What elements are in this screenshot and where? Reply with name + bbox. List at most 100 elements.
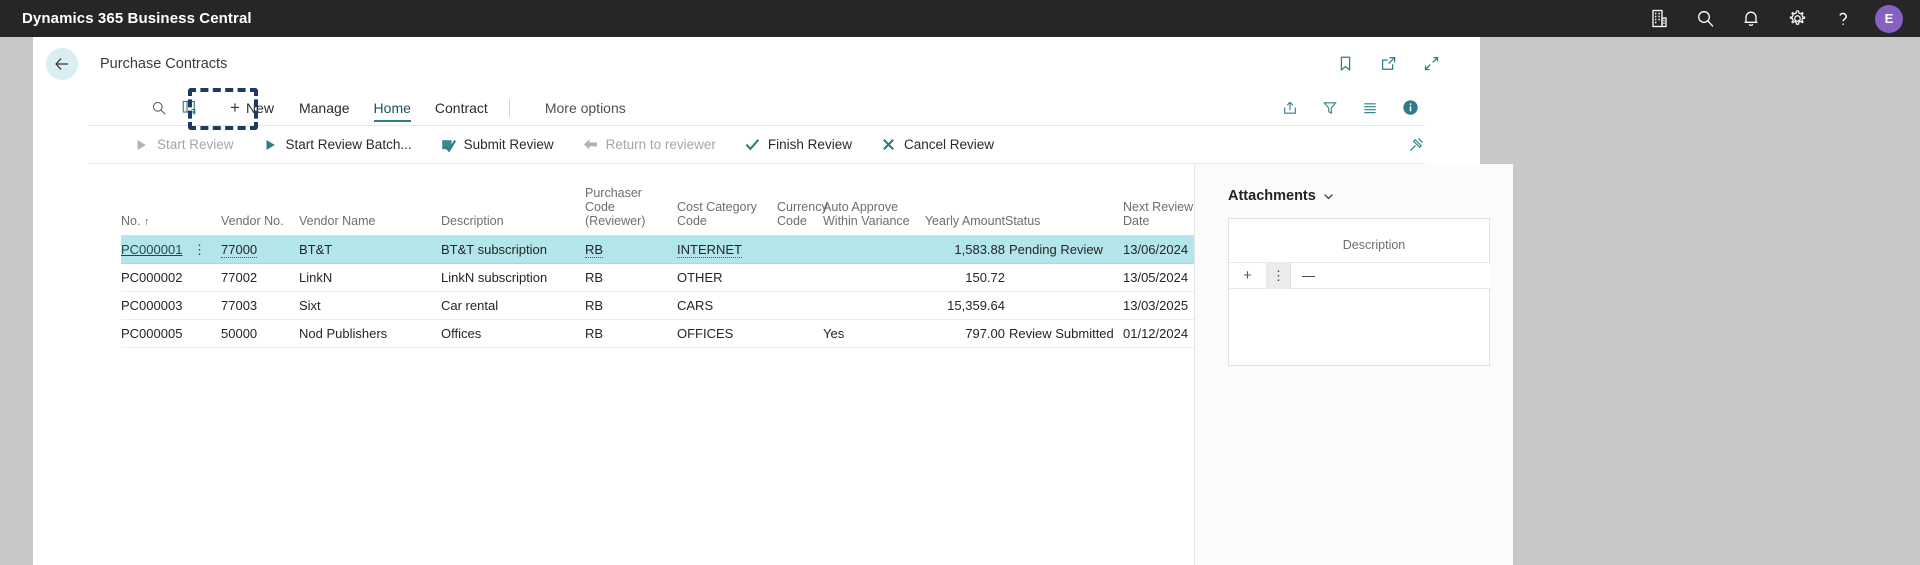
cell-description[interactable]: Offices — [441, 319, 585, 348]
tab-home[interactable]: Home — [365, 96, 420, 122]
info-icon[interactable] — [1395, 93, 1425, 123]
cell-currency-code[interactable] — [777, 235, 823, 264]
back-arrow-icon[interactable] — [46, 47, 78, 80]
search-icon[interactable] — [1682, 0, 1728, 37]
table-row[interactable]: PC000005 50000 Nod Publishers Offices RB… — [121, 319, 1195, 348]
breadcrumb[interactable]: Purchase Contracts — [100, 56, 227, 72]
cell-vendor-name[interactable]: Sixt — [299, 291, 441, 320]
cell-vendor-no[interactable]: 77002 — [221, 263, 299, 292]
collapse-icon[interactable] — [1418, 50, 1445, 77]
company-icon[interactable] — [1636, 0, 1682, 37]
cell-auto-approve[interactable] — [823, 235, 923, 264]
cell-currency-code[interactable] — [777, 319, 823, 348]
column-header-vendor-no[interactable]: Vendor No. — [221, 186, 299, 236]
share-icon[interactable] — [1275, 93, 1305, 123]
chevron-down-icon[interactable] — [1322, 190, 1335, 203]
cell-no[interactable]: PC000003 — [121, 291, 221, 320]
cell-status[interactable] — [1005, 263, 1123, 292]
row-menu-icon[interactable]: ⋮ — [193, 243, 206, 256]
cell-vendor-name[interactable]: LinkN — [299, 263, 441, 292]
column-header-description[interactable]: Description — [441, 186, 585, 236]
action-cancel-review[interactable]: Cancel Review — [880, 137, 994, 153]
cell-next-review-date[interactable]: 13/05/2024 — [1123, 263, 1195, 292]
cell-next-review-date[interactable]: 01/12/2024 — [1123, 319, 1195, 348]
list-view-icon[interactable] — [1355, 93, 1385, 123]
cell-description[interactable]: Car rental — [441, 291, 585, 320]
bookmark-icon[interactable] — [1332, 50, 1359, 77]
column-header-currency-code[interactable]: Currency Code — [777, 186, 828, 236]
cell-vendor-name[interactable]: BT&T — [299, 235, 441, 264]
cell-cost-category-code[interactable]: OFFICES — [677, 319, 777, 348]
filter-icon[interactable] — [1315, 93, 1345, 123]
action-return-to-reviewer[interactable]: Return to reviewer — [582, 137, 716, 153]
open-in-new-window-icon[interactable] — [1375, 50, 1402, 77]
column-header-cost-category-code[interactable]: Cost Category Code — [677, 186, 777, 236]
row-link-no[interactable]: PC000005 — [121, 326, 182, 341]
cell-yearly-amount[interactable]: 150.72 — [923, 263, 1005, 292]
tab-manage[interactable]: Manage — [290, 96, 359, 120]
column-header-next-review-date[interactable]: Next Review Date — [1123, 186, 1195, 236]
row-link-no[interactable]: PC000003 — [121, 298, 182, 313]
cell-description[interactable]: BT&T subscription — [441, 235, 585, 264]
cell-purchaser-code[interactable]: RB — [585, 235, 677, 264]
column-header-status[interactable]: Status — [1005, 186, 1123, 236]
column-header-auto-approve[interactable]: Auto Approve Within Variance — [823, 186, 923, 236]
cell-no[interactable]: PC000002 — [121, 263, 221, 292]
tab-contract[interactable]: Contract — [426, 96, 497, 120]
column-header-vendor-name[interactable]: Vendor Name — [299, 186, 441, 236]
cell-no[interactable]: PC000005 — [121, 319, 221, 348]
cell-vendor-no[interactable]: 50000 — [221, 319, 299, 348]
attachments-row[interactable]: + ⋮ — — [1229, 262, 1491, 289]
attachments-row-description[interactable]: — — [1291, 268, 1315, 283]
action-finish-review[interactable]: Finish Review — [744, 137, 852, 153]
table-row[interactable]: PC000001 ⋮ 77000 BT&T BT&T subscription … — [121, 235, 1195, 264]
cell-vendor-no[interactable]: 77000 — [221, 235, 299, 264]
settings-gear-icon[interactable] — [1774, 0, 1820, 37]
action-start-review-batch[interactable]: Start Review Batch... — [262, 137, 412, 153]
add-attachment-button[interactable]: + — [1229, 262, 1267, 289]
cell-next-review-date[interactable]: 13/03/2025 — [1123, 291, 1195, 320]
table-row[interactable]: PC000003 77003 Sixt Car rental RB CARS 1… — [121, 291, 1195, 320]
open-in-pages-icon[interactable] — [174, 93, 204, 123]
cell-currency-code[interactable] — [777, 263, 823, 292]
cell-auto-approve[interactable] — [823, 263, 923, 292]
cell-currency-code[interactable] — [777, 291, 823, 320]
cell-status[interactable]: Pending Review — [1005, 235, 1123, 264]
row-link-no[interactable]: PC000001 — [121, 242, 182, 257]
cell-auto-approve[interactable]: Yes — [823, 319, 923, 348]
cell-cost-category-code[interactable]: INTERNET — [677, 235, 777, 264]
cell-vendor-no[interactable]: 77003 — [221, 291, 299, 320]
column-header-yearly-amount[interactable]: Yearly Amount — [923, 186, 1005, 236]
cell-no[interactable]: PC000001 ⋮ — [121, 235, 221, 264]
attachments-row-menu-icon[interactable]: ⋮ — [1267, 262, 1291, 289]
cell-purchaser-code[interactable]: RB — [585, 263, 677, 292]
pin-actions-icon[interactable] — [1408, 136, 1425, 153]
cell-vendor-name[interactable]: Nod Publishers — [299, 319, 441, 348]
cell-yearly-amount[interactable]: 797.00 — [923, 319, 1005, 348]
cell-cost-category-code[interactable]: CARS — [677, 291, 777, 320]
notifications-bell-icon[interactable] — [1728, 0, 1774, 37]
cell-description[interactable]: LinkN subscription — [441, 263, 585, 292]
attachments-header[interactable]: Attachments — [1195, 164, 1513, 204]
cell-status[interactable] — [1005, 291, 1123, 320]
cell-purchaser-code[interactable]: RB — [585, 319, 677, 348]
table-row[interactable]: PC000002 77002 LinkN LinkN subscription … — [121, 263, 1195, 292]
cell-cost-category-code[interactable]: OTHER — [677, 263, 777, 292]
cell-next-review-date[interactable]: 13/06/2024 — [1123, 235, 1195, 264]
cell-purchaser-code[interactable]: RB — [585, 291, 677, 320]
help-question-icon[interactable] — [1820, 0, 1866, 37]
cell-yearly-amount[interactable]: 15,359.64 — [923, 291, 1005, 320]
action-start-review[interactable]: Start Review — [133, 137, 234, 153]
cell-status[interactable]: Review Submitted — [1005, 319, 1123, 348]
user-avatar[interactable]: E — [1875, 4, 1903, 33]
cell-yearly-amount[interactable]: 1,583.88 — [923, 235, 1005, 264]
column-header-purchaser-code[interactable]: Purchaser Code (Reviewer) — [585, 186, 677, 236]
ribbon-search-icon[interactable] — [144, 93, 174, 123]
action-start-review-label: Start Review — [157, 137, 234, 152]
row-link-no[interactable]: PC000002 — [121, 270, 182, 285]
action-submit-review[interactable]: Submit Review — [440, 137, 554, 153]
column-header-no[interactable]: No. ↑ — [121, 186, 221, 236]
cell-auto-approve[interactable] — [823, 291, 923, 320]
more-options-button[interactable]: More options — [536, 96, 635, 120]
new-button[interactable]: + New — [220, 95, 284, 120]
